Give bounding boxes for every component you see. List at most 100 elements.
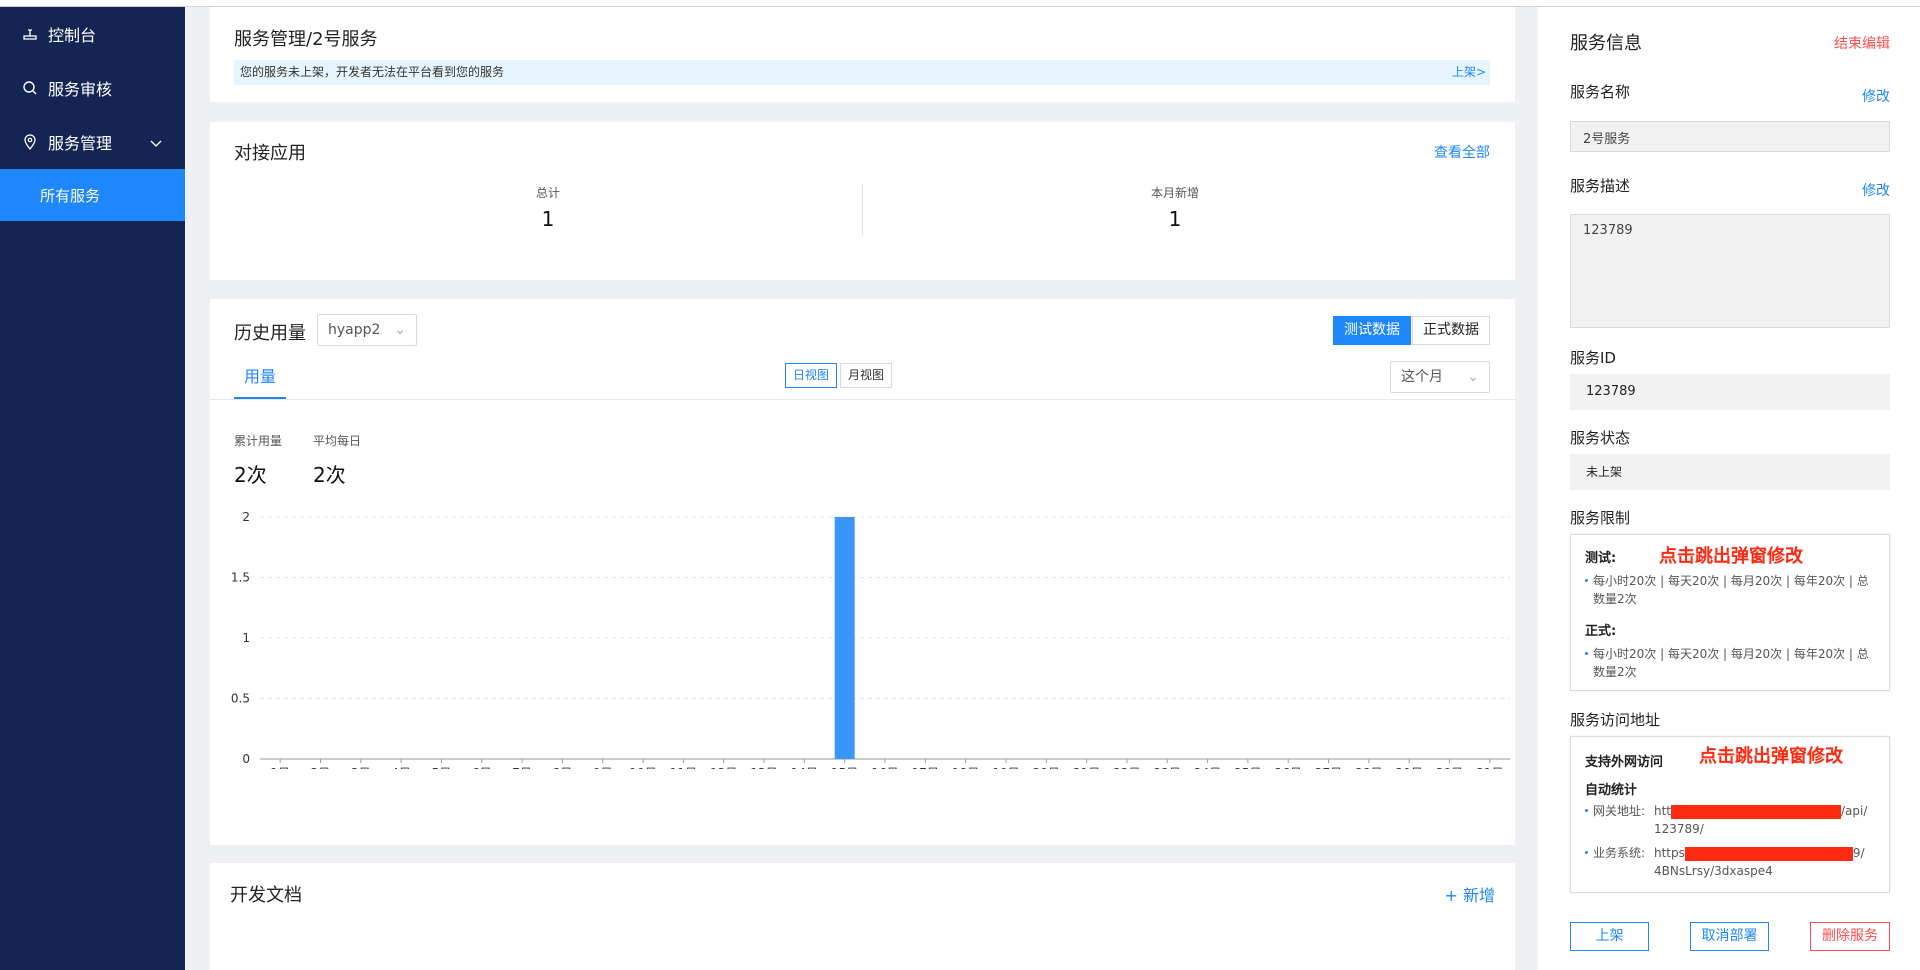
- dev-docs-panel: 开发文档 + 新增: [210, 863, 1515, 970]
- unpublished-notice: 您的服务未上架，开发者无法在平台看到您的服务 上架>: [234, 60, 1490, 85]
- y-tick-label: 0: [242, 752, 250, 766]
- name-field[interactable]: 2号服务: [1570, 121, 1890, 152]
- y-tick-label: 1: [242, 631, 250, 645]
- total-label: 总计: [535, 186, 560, 200]
- section-title: 对接应用: [234, 143, 306, 164]
- name-label: 服务名称: [1570, 83, 1631, 101]
- business-prefix: https: [1654, 846, 1685, 860]
- delete-service-button[interactable]: 删除服务: [1810, 922, 1890, 951]
- prod-limit-text: 每小时20次 | 每天20次 | 每月20次 | 每年20次 | 总数量2次: [1585, 645, 1875, 681]
- x-tick-label: 31日: [1476, 766, 1503, 769]
- month-view-button[interactable]: 月视图: [840, 363, 893, 388]
- sidebar-item-label: 服务审核: [48, 80, 113, 99]
- day-view-button[interactable]: 日视图: [785, 363, 838, 388]
- limit-label: 服务限制: [1570, 509, 1631, 527]
- sidebar-item-dashboard[interactable]: 控制台: [0, 7, 185, 61]
- business-address: 业务系统: https 9/4BNsLrsy/3dxaspe4: [1585, 844, 1875, 880]
- daily-average-label: 平均每日: [313, 434, 362, 448]
- sidebar: 控制台 服务审核 服务管理 所有服务: [0, 7, 185, 970]
- month-new-stat: 本月新增 1: [1025, 184, 1325, 231]
- x-tick-label: 18日: [952, 766, 979, 769]
- desc-label: 服务描述: [1570, 177, 1631, 195]
- divider: [862, 184, 863, 236]
- x-tick-label: 26日: [1275, 766, 1302, 769]
- y-tick-label: 1.5: [231, 571, 250, 585]
- x-tick-label: 1日: [270, 766, 290, 769]
- sidebar-item-service-management[interactable]: 服务管理: [0, 115, 185, 169]
- app-select[interactable]: hyapp2 ⌄: [317, 314, 417, 346]
- service-info-panel: 服务信息 结束编辑 服务名称 修改 2号服务 服务描述 修改 123789 服务…: [1538, 7, 1920, 970]
- app-select-value: hyapp2: [328, 322, 381, 338]
- sidebar-item-review[interactable]: 服务审核: [0, 61, 185, 115]
- cumulative-value: 2次: [234, 463, 267, 487]
- auto-stats-label: 自动统计: [1585, 783, 1638, 798]
- end-edit-button[interactable]: 结束编辑: [1834, 33, 1890, 53]
- edit-desc-button[interactable]: 修改: [1862, 180, 1890, 200]
- x-tick-label: 24日: [1194, 766, 1221, 769]
- prod-data-button[interactable]: 正式数据: [1412, 316, 1490, 345]
- x-tick-label: 4日: [391, 766, 411, 769]
- undeploy-button[interactable]: 取消部署: [1690, 922, 1769, 951]
- x-tick-label: 27日: [1315, 766, 1342, 769]
- y-tick-label: 2: [242, 510, 250, 524]
- y-tick-label: 0.5: [231, 692, 250, 706]
- x-tick-label: 7日: [512, 766, 532, 769]
- chevron-down-icon: ⌄: [394, 322, 406, 338]
- limit-popup-note: 点击跳出弹窗修改: [1659, 546, 1803, 567]
- x-tick-label: 19日: [992, 766, 1019, 769]
- period-select[interactable]: 这个月 ⌄: [1390, 361, 1490, 393]
- x-tick-label: 28日: [1355, 766, 1382, 769]
- top-border: [0, 0, 1920, 7]
- business-value: https 9/4BNsLrsy/3dxaspe4: [1654, 844, 1872, 880]
- service-header-panel: 服务管理/2号服务 您的服务未上架，开发者无法在平台看到您的服务 上架>: [210, 7, 1515, 102]
- month-new-value: 1: [1168, 207, 1182, 231]
- redaction: [1684, 846, 1853, 861]
- status-label: 服务状态: [1570, 429, 1631, 447]
- address-label: 服务访问地址: [1570, 711, 1661, 729]
- sidebar-item-label: 服务管理: [48, 134, 113, 153]
- x-tick-label: 2日: [311, 766, 331, 769]
- notice-text: 您的服务未上架，开发者无法在平台看到您的服务: [240, 65, 505, 79]
- test-data-button[interactable]: 测试数据: [1333, 316, 1411, 345]
- view-all-link[interactable]: 查看全部: [1434, 142, 1490, 162]
- daily-average-value: 2次: [313, 463, 346, 487]
- x-tick-label: 16日: [871, 766, 898, 769]
- chevron-down-icon: ⌄: [1467, 369, 1479, 385]
- x-tick-label: 29日: [1396, 766, 1423, 769]
- x-tick-label: 25日: [1234, 766, 1261, 769]
- gateway-address: 网关地址: htt/api/123789/: [1585, 802, 1875, 838]
- x-tick-label: 15日: [831, 766, 858, 769]
- tab-usage[interactable]: 用量: [234, 363, 287, 399]
- publish-button[interactable]: 上架: [1570, 922, 1649, 951]
- tab-divider: [210, 399, 1515, 400]
- sidebar-item-all-services[interactable]: 所有服务: [0, 169, 185, 221]
- chevron-down-icon: [150, 133, 162, 152]
- publish-link[interactable]: 上架>: [1452, 60, 1486, 85]
- x-tick-label: 23日: [1154, 766, 1181, 769]
- location-icon: [20, 132, 40, 152]
- connected-apps-panel: 对接应用 查看全部 总计 1 本月新增 1: [210, 122, 1515, 280]
- address-popup-note: 点击跳出弹窗修改: [1699, 746, 1843, 767]
- section-title: 开发文档: [230, 885, 302, 906]
- usage-history-panel: 历史用量 hyapp2 ⌄ 测试数据 正式数据 用量 日视图 月视图 这个月 ⌄…: [210, 299, 1515, 845]
- x-tick-label: 10日: [629, 766, 656, 769]
- edit-name-button[interactable]: 修改: [1862, 86, 1890, 106]
- test-limit-text: 每小时20次 | 每天20次 | 每月20次 | 每年20次 | 总数量2次: [1585, 572, 1875, 608]
- cumulative-metric: 累计用量 2次: [234, 432, 282, 488]
- section-title: 历史用量: [234, 323, 306, 344]
- x-tick-label: 9日: [593, 766, 613, 769]
- sidebar-item-label: 控制台: [48, 26, 97, 45]
- cumulative-label: 累计用量: [234, 434, 283, 448]
- gateway-prefix: htt: [1654, 804, 1672, 818]
- usage-bar-chart: 00.511.521日2日3日4日5日6日7日8日9日10日11日12日13日1…: [231, 510, 1510, 769]
- month-new-label: 本月新增: [1150, 186, 1199, 200]
- bar: [834, 517, 855, 759]
- prod-limit-label: 正式:: [1585, 624, 1617, 639]
- total-value: 1: [541, 207, 555, 231]
- description-textarea[interactable]: 123789: [1570, 214, 1890, 328]
- x-tick-label: 20日: [1033, 766, 1060, 769]
- dashboard-icon: [20, 24, 40, 44]
- add-doc-button[interactable]: + 新增: [1445, 882, 1496, 906]
- gateway-value: htt/api/123789/: [1654, 802, 1872, 838]
- status-value: 未上架: [1570, 454, 1890, 490]
